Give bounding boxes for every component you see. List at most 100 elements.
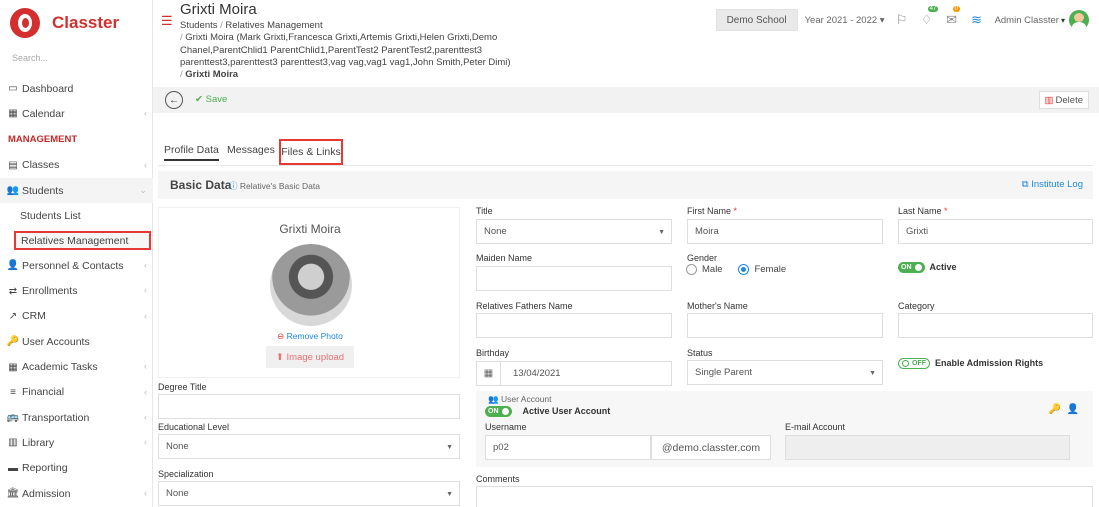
users-icon: 👥 xyxy=(488,394,499,404)
breadcrumb-students[interactable]: Students xyxy=(180,20,218,31)
mothers-name-input[interactable] xyxy=(687,313,883,338)
sidebar-item-library[interactable]: ▥ Library ‹ xyxy=(0,430,153,455)
profile-name: Grixti Moira xyxy=(279,222,341,236)
minus-circle-icon: ⊖ xyxy=(277,331,285,341)
sidebar-item-calendar[interactable]: ▦ Calendar ‹ xyxy=(0,101,153,126)
tab-files-links[interactable]: Files & Links xyxy=(279,139,343,165)
image-upload-button[interactable]: ⬆ Image upload xyxy=(266,346,354,368)
user-account-header: 👥 User Account xyxy=(488,394,552,404)
breadcrumb-relatives-list[interactable]: Grixti Moira (Mark Grixti,Francesca Grix… xyxy=(180,32,511,68)
delete-button[interactable]: ▥ Delete xyxy=(1038,91,1089,109)
admission-rights-toggle[interactable]: OFF xyxy=(898,358,930,370)
sidebar-item-label: Dashboard xyxy=(22,82,74,95)
sidebar-item-financial[interactable]: ≡ Financial ‹ xyxy=(0,380,153,405)
back-button[interactable]: ← xyxy=(165,91,183,109)
fathers-name-label: Relatives Fathers Name xyxy=(476,301,573,311)
gender-female-radio[interactable] xyxy=(738,264,750,275)
save-button[interactable]: ✔ Save xyxy=(195,94,227,105)
maiden-name-input[interactable] xyxy=(476,266,672,291)
sidebar-item-transportation[interactable]: 🚌 Transportation ‹ xyxy=(0,405,153,430)
last-name-input[interactable]: Grixti xyxy=(898,219,1093,244)
sidebar-item-personnel[interactable]: 👤 Personnel & Contacts ‹ xyxy=(0,253,153,278)
key-icon: 🔑 xyxy=(6,336,20,348)
sidebar-item-label: Students xyxy=(22,184,64,197)
maiden-name-label: Maiden Name xyxy=(476,253,533,263)
last-name-label: Last Name * xyxy=(898,206,948,216)
status-select[interactable]: Single Parent ▼ xyxy=(687,360,883,385)
header-right: Demo School Year 2021 - 2022 ▾ ⚐ ♢ 47 ✉ 0 … xyxy=(715,6,1089,32)
notification-icon[interactable]: ♢ 47 xyxy=(919,6,939,28)
printer-icon: ▬ xyxy=(8,462,18,474)
sidebar-search-input[interactable]: Search... xyxy=(12,53,48,63)
user-account-actions: 🔑 👤 xyxy=(1049,404,1079,415)
key-icon[interactable]: 🔑 xyxy=(1049,404,1061,415)
section-subtitle: ⓘ Relative's Basic Data xyxy=(229,181,320,191)
user-settings-icon[interactable]: 👤 xyxy=(1067,404,1079,415)
brand-logo[interactable]: Classter xyxy=(10,8,119,38)
admin-user-menu[interactable]: Admin Classter xyxy=(995,15,1059,26)
sidebar-item-dashboard[interactable]: ▭ Dashboard xyxy=(0,76,153,101)
flag-icon[interactable]: ⚐ xyxy=(894,12,910,28)
educational-level-select[interactable]: None ▼ xyxy=(158,434,460,459)
messages-icon[interactable]: ✉ 0 xyxy=(944,6,960,28)
first-name-label: First Name * xyxy=(687,206,738,216)
email-domain-addon: @demo.classter.com xyxy=(651,435,771,460)
chevron-left-icon: ‹ xyxy=(144,108,147,119)
caret-down-icon: ▾ xyxy=(1060,15,1065,25)
tab-messages[interactable]: Messages xyxy=(227,144,275,156)
students-icon: 👥 xyxy=(6,185,20,197)
messages-badge: 0 xyxy=(952,6,960,12)
enrollments-icon: ⇄ xyxy=(8,285,18,297)
active-toggle[interactable]: ON xyxy=(898,262,925,274)
remove-photo-link[interactable]: ⊖ Remove Photo xyxy=(159,331,461,342)
sidebar-subitem-students-list[interactable]: Students List xyxy=(0,203,153,228)
sidebar-item-label: Admission xyxy=(22,487,71,500)
layers-icon[interactable]: ≋ xyxy=(969,12,985,28)
mothers-name-label: Mother's Name xyxy=(687,301,748,311)
hamburger-menu-icon[interactable]: ☰ xyxy=(161,13,173,29)
year-selector[interactable]: Year 2021 - 2022 ▾ xyxy=(805,9,885,31)
sidebar-item-crm[interactable]: ↗ CRM ‹ xyxy=(0,304,153,329)
active-user-account-toggle[interactable]: ON xyxy=(485,406,512,418)
username-input[interactable]: p02 xyxy=(485,435,651,460)
sidebar-item-admission[interactable]: 🏛 Admission ‹ xyxy=(0,481,153,506)
sidebar-item-label: CRM xyxy=(22,310,46,323)
sidebar-item-label: Reporting xyxy=(22,462,68,475)
title-label: Title xyxy=(476,206,493,216)
email-account-input[interactable] xyxy=(785,435,1070,460)
chevron-left-icon: ‹ xyxy=(144,361,147,372)
sidebar-item-classes[interactable]: ▤ Classes ‹ xyxy=(0,153,153,178)
first-name-input[interactable]: Moira xyxy=(687,219,883,244)
caret-down-icon: ▼ xyxy=(446,491,453,498)
calendar-icon[interactable]: ▦ xyxy=(477,362,501,385)
info-icon: ⓘ xyxy=(229,181,238,191)
category-input[interactable] xyxy=(898,313,1093,338)
breadcrumb: Students / Relatives Management / Grixti… xyxy=(180,20,511,81)
gender-male-radio[interactable] xyxy=(686,264,697,275)
degree-title-input[interactable] xyxy=(158,394,460,419)
fathers-name-input[interactable] xyxy=(476,313,672,338)
birthday-input[interactable]: ▦ 13/04/2021 xyxy=(476,361,672,386)
school-selector-button[interactable]: Demo School xyxy=(715,9,798,31)
sidebar-item-academic-tasks[interactable]: ▦ Academic Tasks ‹ xyxy=(0,354,153,379)
sidebar-item-enrollments[interactable]: ⇄ Enrollments ‹ xyxy=(0,278,153,303)
toolbar: ← ✔ Save ▥ Delete xyxy=(153,87,1099,113)
crm-icon: ↗ xyxy=(8,310,18,322)
sidebar-item-label: Classes xyxy=(22,159,60,172)
sidebar-item-user-accounts[interactable]: 🔑 User Accounts xyxy=(0,329,153,354)
chevron-left-icon: ‹ xyxy=(144,411,147,422)
tab-profile-data[interactable]: Profile Data xyxy=(164,144,219,161)
avatar[interactable] xyxy=(1069,10,1089,30)
specialization-select[interactable]: None ▼ xyxy=(158,481,460,506)
institute-log-link[interactable]: ⧉ Institute Log xyxy=(1022,179,1083,190)
sidebar-item-label: Financial xyxy=(22,386,65,399)
sidebar-subitem-relatives-management[interactable]: Relatives Management xyxy=(14,231,151,251)
breadcrumb-relatives-management[interactable]: Relatives Management xyxy=(225,20,322,31)
sidebar-item-students[interactable]: 👥 Students ⌄ xyxy=(0,177,153,204)
sidebar-item-reporting[interactable]: ▬ Reporting xyxy=(0,456,153,481)
comments-textarea[interactable] xyxy=(476,486,1093,507)
trash-icon: ▥ xyxy=(1044,94,1054,106)
tasks-icon: ▦ xyxy=(8,361,18,373)
title-select[interactable]: None ▼ xyxy=(476,219,672,244)
caret-down-icon: ▼ xyxy=(446,444,453,451)
